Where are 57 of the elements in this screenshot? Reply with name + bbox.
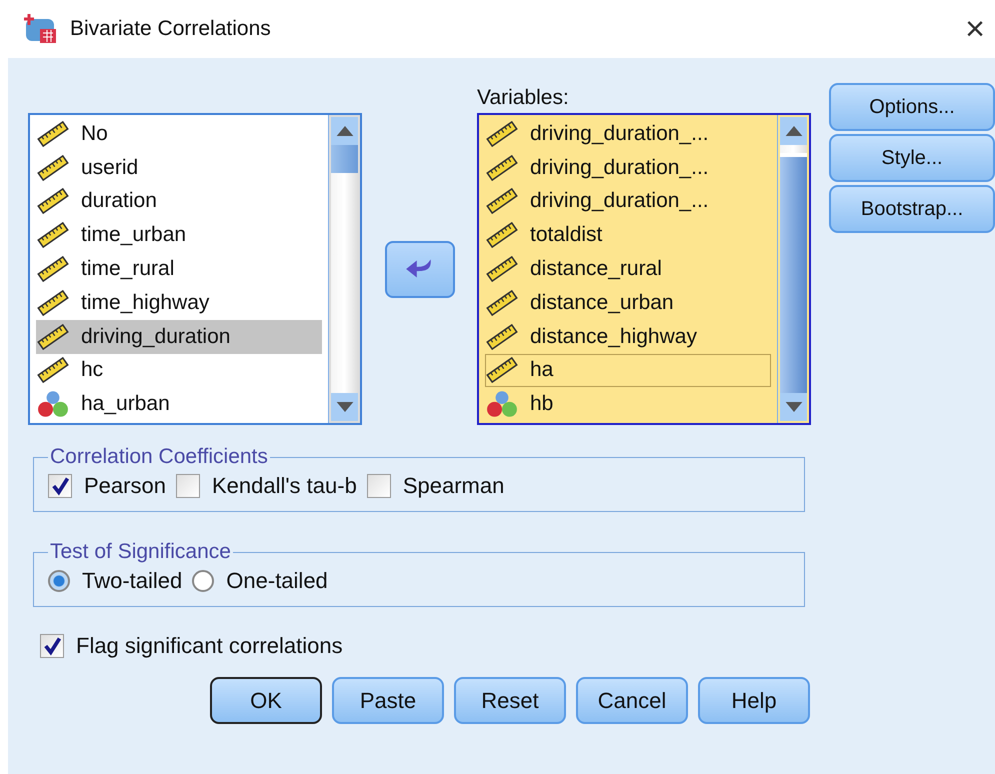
list-item[interactable]: duration (36, 184, 322, 218)
three-balls-icon (37, 390, 69, 418)
dialog-button[interactable]: Options... (829, 83, 995, 131)
list-item[interactable]: No (36, 117, 322, 151)
scroll-up-icon (784, 126, 802, 136)
scrollbar[interactable] (328, 115, 360, 423)
dialog-button[interactable]: Help (698, 677, 810, 724)
radio-button[interactable] (48, 570, 70, 592)
list-item[interactable]: distance_urban (485, 286, 771, 320)
checkbox[interactable] (48, 474, 72, 498)
window-title: Bivariate Correlations (70, 17, 271, 41)
option-label: One-tailed (226, 568, 328, 594)
list-item[interactable]: driving_duration_... (485, 117, 771, 151)
list-item[interactable]: distance_highway (485, 320, 771, 354)
radio-button[interactable] (192, 570, 214, 592)
checkbox[interactable] (176, 474, 200, 498)
list-item[interactable]: time_highway (36, 286, 322, 320)
checkbox[interactable] (40, 634, 64, 658)
scroll-down-icon (336, 402, 354, 412)
option-label: Flag significant correlations (76, 633, 343, 659)
ruler-icon (37, 322, 69, 351)
list-item[interactable]: driving_duration_... (485, 184, 771, 218)
dialog-button[interactable]: Cancel (576, 677, 688, 724)
three-balls-icon (486, 390, 518, 418)
list-item[interactable]: hc (36, 354, 322, 388)
scrollbar-thumb[interactable] (780, 153, 807, 393)
list-item[interactable]: ha_urban (36, 387, 322, 422)
list-item[interactable]: distance_rural (485, 252, 771, 286)
list-item[interactable]: ha (485, 354, 771, 388)
dialog-button[interactable]: Paste (332, 677, 444, 724)
group-title: Correlation Coefficients (49, 445, 269, 469)
option-label: Kendall's tau-b (212, 473, 357, 499)
list-item[interactable]: hb (485, 387, 771, 422)
ruler-icon (486, 356, 518, 384)
group-title: Test of Significance (49, 540, 232, 564)
option-label: Spearman (402, 473, 504, 499)
list-item[interactable]: driving_duration_... (485, 150, 771, 185)
dialog-button[interactable]: OK (210, 677, 322, 724)
scroll-up-icon (336, 126, 354, 136)
scroll-down-icon (784, 402, 802, 412)
move-button[interactable] (384, 240, 454, 298)
dialog-button[interactable]: Bootstrap... (829, 185, 995, 233)
checkbox[interactable] (366, 474, 391, 498)
option-label: Pearson (84, 473, 166, 499)
list-item[interactable]: driving_duration (36, 320, 322, 354)
app-icon (22, 13, 58, 45)
dialog-button[interactable]: Reset (454, 677, 566, 724)
list-item[interactable]: time_rural (36, 252, 322, 286)
list-item[interactable]: userid (36, 150, 322, 185)
list-item[interactable]: time_urban (36, 218, 322, 252)
scrollbar-thumb[interactable] (331, 145, 358, 173)
dialog-button[interactable]: Style... (829, 134, 995, 182)
scrollbar[interactable] (777, 115, 809, 423)
variables-label: Variables: (477, 85, 570, 111)
option-label: Two-tailed (82, 568, 182, 594)
list-item[interactable]: totaldist (485, 218, 771, 252)
close-button[interactable]: × (955, 10, 995, 48)
